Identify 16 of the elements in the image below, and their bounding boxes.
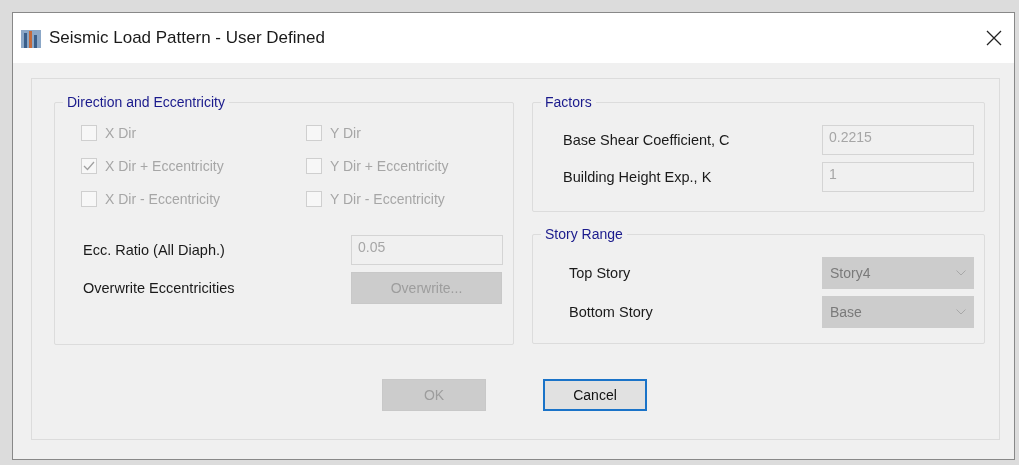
field-label: Base Shear Coefficient, C <box>563 132 731 148</box>
cancel-button[interactable]: Cancel <box>543 379 647 411</box>
group-title: Story Range <box>541 226 627 242</box>
field-label: Ecc. Ratio (All Diaph.) <box>83 242 226 258</box>
field-label: Overwrite Eccentricities <box>83 280 236 296</box>
field-label: Top Story <box>569 265 632 281</box>
field-label: Building Height Exp., K <box>563 169 713 185</box>
window-title: Seismic Load Pattern - User Defined <box>49 28 326 48</box>
field-label: Bottom Story <box>569 304 654 320</box>
app-icon <box>21 28 41 48</box>
group-title: Factors <box>541 94 596 110</box>
chevron-icon <box>956 309 966 315</box>
chevron-icon <box>956 270 966 276</box>
group-title: Direction and Eccentricity <box>63 94 229 110</box>
checkmark-icon <box>83 161 95 171</box>
close-icon[interactable] <box>986 30 1002 46</box>
